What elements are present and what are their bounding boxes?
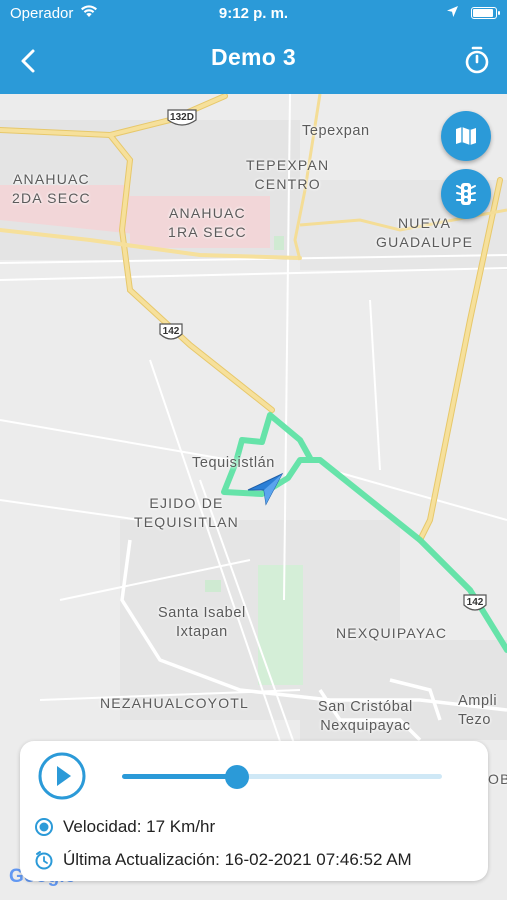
status-bar: Operador 9:12 p. m. — [0, 0, 507, 28]
play-button[interactable] — [38, 752, 86, 800]
last-update-row: Última Actualización: 16-02-2021 07:46:5… — [34, 849, 412, 871]
speed-text: Velocidad: 17 Km/hr — [63, 817, 216, 836]
map-layers-button[interactable] — [441, 111, 491, 161]
vehicle-arrow-icon — [247, 472, 284, 506]
map-label-nezahualcoyotl: NEZAHUALCOYOTL — [100, 695, 250, 711]
playback-panel: Velocidad: 17 Km/hr Última Actualización… — [20, 741, 488, 881]
map-label-ampli: Ampli Tezo — [458, 693, 498, 728]
traffic-button[interactable] — [441, 169, 491, 219]
map-label-tepexpan: Tepexpan — [302, 123, 370, 139]
highway-shield-142-south: 142 — [462, 593, 488, 613]
highway-shield-142-north: 142 — [158, 322, 184, 342]
location-arrow-icon — [447, 6, 458, 17]
map-label-nueva-guadalupe: NUEVA GUADALUPE — [376, 215, 474, 250]
last-update-text: Última Actualización: 16-02-2021 07:46:5… — [63, 850, 412, 869]
speed-dot-icon — [35, 818, 53, 836]
speed-row: Velocidad: 17 Km/hr — [34, 816, 215, 838]
map-label-anahuac-1ra: ANAHUAC 1RA SECC — [168, 205, 247, 240]
traffic-light-icon — [456, 183, 476, 205]
map-icon — [456, 127, 476, 145]
page-title: Demo 3 — [211, 44, 296, 70]
highway-shield-132d: 132D — [166, 108, 198, 128]
map-label-san-cristobal: San Cristóbal Nexquipayac — [318, 699, 413, 734]
map-label-tequisistlan: Tequisistlán — [192, 455, 275, 471]
map-label-tepexpan-centro: TEPEXPAN CENTRO — [246, 157, 330, 192]
navigation-bar: Demo 3 — [0, 28, 507, 94]
map-label-santa-isabel: Santa Isabel Ixtapan — [158, 605, 246, 640]
clock-history-icon — [35, 851, 53, 870]
playback-slider[interactable] — [122, 765, 442, 789]
slider-progress — [122, 774, 238, 779]
slider-thumb[interactable] — [225, 765, 250, 789]
map-label-nexquipayac: NEXQUIPAYAC — [336, 625, 448, 641]
map-label-edge: OB — [488, 771, 507, 787]
clock: 9:12 p. m. — [218, 5, 289, 22]
stopwatch-icon[interactable] — [463, 45, 491, 75]
map-label-anahuac-2da: ANAHUAC 2DA SECC — [12, 171, 91, 206]
map-label-ejido: EJIDO DE TEQUISITLAN — [134, 495, 239, 530]
battery-icon — [471, 7, 500, 19]
